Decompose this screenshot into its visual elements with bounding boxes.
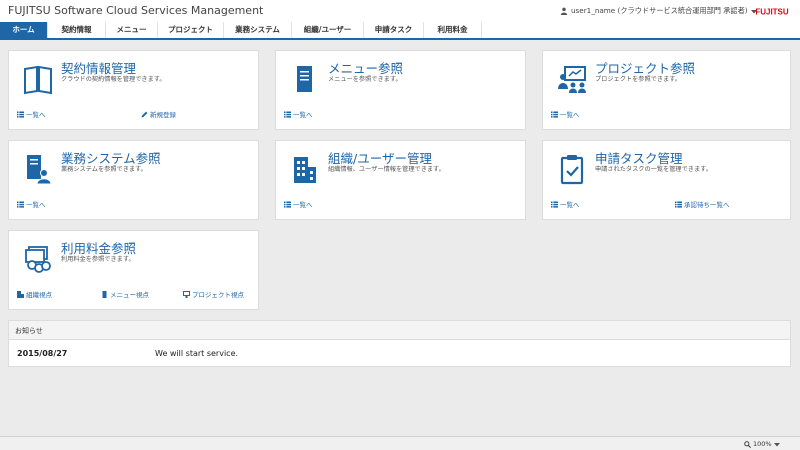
project-list-link[interactable]: 一覧へ [551, 109, 580, 119]
contract-list-link[interactable]: 一覧へ [17, 109, 46, 119]
card-description: 利用料金を参照できます。 [61, 256, 135, 263]
tab-org-user[interactable]: 組織/ユーザー [292, 22, 364, 38]
tab-home[interactable]: ホーム [0, 22, 48, 38]
link-label: 一覧へ [26, 201, 46, 209]
tab-project[interactable]: プロジェクト [158, 22, 224, 38]
list-icon [551, 201, 558, 208]
presentation-icon [183, 290, 190, 298]
chevron-down-icon [773, 442, 780, 446]
task-list-link[interactable]: 一覧へ [551, 199, 580, 209]
zoom-level: 100% [753, 440, 772, 448]
system-list-link[interactable]: 一覧へ [17, 199, 46, 209]
contract-new-link[interactable]: 新規登録 [141, 109, 176, 119]
approval-pending-link[interactable]: 承認待ち一覧へ [675, 199, 730, 209]
app-header: FUJITSU Software Cloud Services Manageme… [0, 0, 800, 22]
card-project: プロジェクト参照 プロジェクトを参照できます。 一覧へ [542, 50, 791, 130]
link-label: プロジェクト視点 [192, 291, 244, 299]
card-description: 申請されたタスクの一覧を管理できます。 [595, 166, 712, 173]
link-label: 承認待ち一覧へ [684, 201, 730, 209]
user-icon [560, 7, 568, 15]
fujitsu-logo: FUJITSU [755, 8, 789, 17]
card-description: 業務システムを参照できます。 [61, 166, 147, 173]
user-menu[interactable]: user1_name (クラウドサービス統合運用部門 承認者) [560, 6, 757, 16]
list-icon [675, 201, 682, 208]
card-business-system: 業務システム参照 業務システムを参照できます。 一覧へ [8, 140, 259, 220]
user-name: user1_name (クラウドサービス統合運用部門 承認者) [571, 6, 748, 15]
card-description: メニューを参照できます。 [328, 76, 402, 83]
main-nav: ホーム 契約情報 メニュー プロジェクト 業務システム 組織/ユーザー 申請タス… [0, 22, 800, 40]
link-label: 一覧へ [26, 111, 46, 119]
building-icon [294, 157, 316, 183]
pencil-icon [141, 111, 148, 117]
project-presentation-icon [558, 66, 586, 93]
zoom-control[interactable]: 100% [744, 440, 780, 448]
tab-menu[interactable]: メニュー [106, 22, 158, 38]
link-label: 組織視点 [26, 291, 52, 299]
link-label: 一覧へ [560, 201, 580, 209]
link-label: 一覧へ [293, 201, 313, 209]
list-icon [284, 111, 291, 118]
news-date: 2015/08/27 [17, 349, 68, 358]
org-chart-icon [17, 290, 24, 298]
card-description: 組織情報、ユーザー情報を管理できます。 [328, 166, 445, 173]
card-description: クラウドの契約情報を管理できます。 [61, 76, 166, 83]
menu-list-link[interactable]: 一覧へ [284, 109, 313, 119]
news-heading: お知らせ [9, 321, 790, 340]
book-info-icon [24, 65, 52, 95]
org-view-link[interactable]: 組織視点 [17, 289, 52, 299]
card-request-task: 申請タスク管理 申請されたタスクの一覧を管理できます。 一覧へ 承認待ち一覧へ [542, 140, 791, 220]
svg-text:FUJITSU: FUJITSU [755, 8, 789, 17]
tab-business-system[interactable]: 業務システム [224, 22, 292, 38]
news-item: 2015/08/27 We will start service. [9, 340, 790, 366]
menu-view-link[interactable]: メニュー視点 [101, 289, 149, 299]
org-list-link[interactable]: 一覧へ [284, 199, 313, 209]
tab-contract[interactable]: 契約情報 [48, 22, 106, 38]
link-label: 新規登録 [150, 111, 176, 119]
menu-document-icon [297, 66, 312, 92]
link-label: メニュー視点 [110, 291, 149, 299]
system-user-icon [27, 155, 52, 185]
card-org-user: 組織/ユーザー管理 組織情報、ユーザー情報を管理できます。 一覧へ [275, 140, 526, 220]
news-text: We will start service. [155, 349, 239, 358]
link-label: 一覧へ [293, 111, 313, 119]
card-menu: メニュー参照 メニューを参照できます。 一覧へ [275, 50, 526, 130]
list-icon [284, 201, 291, 208]
card-usage-fee: 利用料金参照 利用料金を参照できます。 組織視点 メニュー視点 プロジェクト視点 [8, 230, 259, 310]
zoom-icon [744, 440, 751, 448]
tab-usage-fee[interactable]: 利用料金 [424, 22, 482, 38]
app-title: FUJITSU Software Cloud Services Manageme… [8, 4, 264, 17]
list-icon [551, 111, 558, 118]
list-icon [17, 111, 24, 118]
status-bar: 100% [0, 436, 800, 450]
list-icon [17, 201, 24, 208]
card-description: プロジェクトを参照できます。 [595, 76, 682, 83]
link-label: 一覧へ [560, 111, 580, 119]
card-contract: 契約情報管理 クラウドの契約情報を管理できます。 一覧へ 新規登録 [8, 50, 259, 130]
document-icon [102, 290, 107, 298]
news-panel: お知らせ 2015/08/27 We will start service. [8, 320, 791, 367]
clipboard-check-icon [560, 155, 584, 185]
tab-request-task[interactable]: 申請タスク [364, 22, 424, 38]
project-view-link[interactable]: プロジェクト視点 [183, 289, 244, 299]
billing-coins-icon [25, 246, 51, 273]
